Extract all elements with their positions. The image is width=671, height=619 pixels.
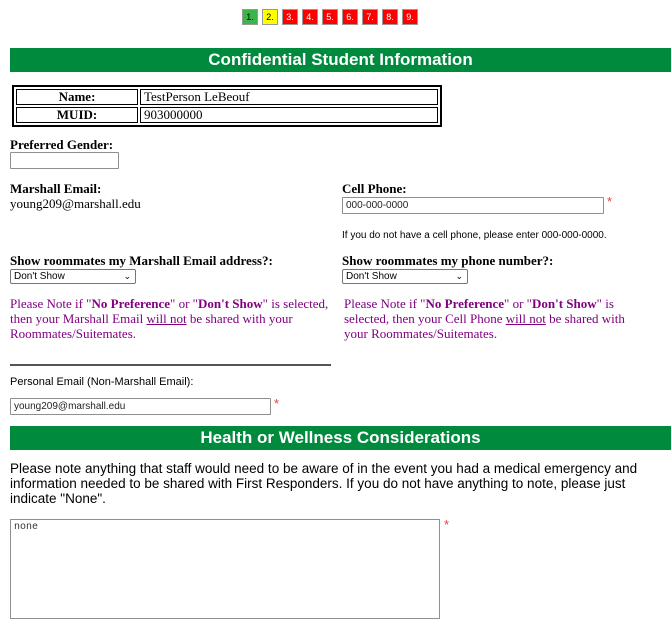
phone-privacy-note: Please Note if "No Preference" or "Don't… bbox=[344, 296, 625, 341]
health-instructions: Please note anything that staff would ne… bbox=[10, 461, 638, 506]
show-email-label: Show roommates my Marshall Email address… bbox=[10, 253, 273, 268]
step-1[interactable]: 1. bbox=[242, 9, 258, 25]
step-5[interactable]: 5. bbox=[322, 9, 338, 25]
show-phone-selected: Don't Show bbox=[346, 271, 397, 282]
divider bbox=[10, 364, 331, 366]
preferred-gender-input[interactable] bbox=[10, 152, 119, 169]
cell-phone-hint: If you do not have a cell phone, please … bbox=[342, 230, 607, 241]
cell-phone-label: Cell Phone: bbox=[342, 181, 407, 196]
personal-email-input[interactable] bbox=[10, 398, 271, 415]
table-row: Name: TestPerson LeBeouf bbox=[16, 89, 438, 105]
marshall-email-value: young209@marshall.edu bbox=[10, 196, 141, 211]
section-header-health: Health or Wellness Considerations bbox=[10, 426, 671, 450]
step-2[interactable]: 2. bbox=[262, 9, 278, 25]
progress-steps: 1. 2. 3. 4. 5. 6. 7. 8. 9. bbox=[242, 9, 418, 25]
show-email-select[interactable]: Don't Show ⌄ bbox=[10, 269, 136, 284]
student-info-table: Name: TestPerson LeBeouf MUID: 903000000 bbox=[12, 85, 442, 127]
required-marker: * bbox=[444, 517, 450, 532]
preferred-gender-label: Preferred Gender: bbox=[10, 137, 114, 152]
chevron-down-icon: ⌄ bbox=[123, 271, 131, 281]
show-phone-select[interactable]: Don't Show ⌄ bbox=[342, 269, 468, 284]
cell-phone-input[interactable] bbox=[342, 197, 604, 214]
required-marker: * bbox=[607, 194, 613, 209]
show-phone-label: Show roommates my phone number?: bbox=[342, 253, 554, 268]
required-marker: * bbox=[274, 396, 280, 411]
section-header-student-info: Confidential Student Information bbox=[10, 48, 671, 72]
step-4[interactable]: 4. bbox=[302, 9, 318, 25]
health-considerations-textarea[interactable]: none bbox=[10, 519, 440, 619]
step-3[interactable]: 3. bbox=[282, 9, 298, 25]
name-label: Name: bbox=[16, 89, 138, 105]
marshall-email-label: Marshall Email: bbox=[10, 181, 102, 196]
step-8[interactable]: 8. bbox=[382, 9, 398, 25]
step-6[interactable]: 6. bbox=[342, 9, 358, 25]
chevron-down-icon: ⌄ bbox=[455, 271, 463, 281]
step-7[interactable]: 7. bbox=[362, 9, 378, 25]
name-value: TestPerson LeBeouf bbox=[140, 89, 438, 105]
personal-email-label: Personal Email (Non-Marshall Email): bbox=[10, 376, 194, 388]
show-email-selected: Don't Show bbox=[14, 271, 65, 282]
muid-value: 903000000 bbox=[140, 107, 438, 123]
table-row: MUID: 903000000 bbox=[16, 107, 438, 123]
muid-label: MUID: bbox=[16, 107, 138, 123]
email-privacy-note: Please Note if "No Preference" or "Don't… bbox=[10, 296, 329, 341]
step-9[interactable]: 9. bbox=[402, 9, 418, 25]
